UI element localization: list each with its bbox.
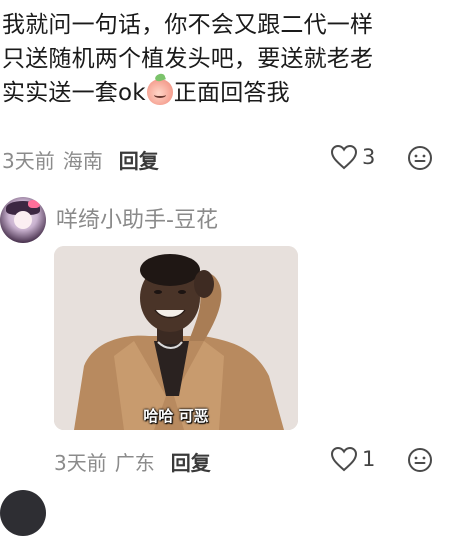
comment-2-like-button[interactable]: 1 bbox=[330, 446, 375, 472]
comment-2-time: 3天前 bbox=[54, 451, 107, 475]
heart-outline-icon bbox=[330, 446, 358, 472]
comment-1-line-2: 只送随机两个植发头吧，要送就老老 bbox=[2, 46, 374, 72]
comment-1-text: 我就问一句话，你不会又跟二代一样 只送随机两个植发头吧，要送就老老 实实送一套o… bbox=[2, 8, 452, 110]
avatar[interactable] bbox=[0, 197, 46, 243]
smiley-face-icon[interactable] bbox=[407, 145, 433, 171]
next-comment-avatar[interactable] bbox=[0, 490, 46, 536]
image-caption: 哈哈 可恶 bbox=[143, 407, 209, 425]
comment-1-line-1: 我就问一句话，你不会又跟二代一样 bbox=[2, 12, 374, 38]
meme-photo bbox=[54, 246, 298, 430]
comment-2-like-count: 1 bbox=[362, 447, 376, 471]
smiley-face-icon[interactable] bbox=[407, 447, 433, 473]
comment-1-time: 3天前 bbox=[2, 149, 55, 173]
heart-outline-icon bbox=[330, 144, 358, 170]
comment-1-like-button[interactable]: 3 bbox=[330, 144, 375, 170]
comment-2-image[interactable]: 哈哈 可恶 bbox=[54, 246, 298, 430]
comment-2-username[interactable]: 咩绮小助手-豆花 bbox=[56, 202, 218, 234]
comment-1-location: 海南 bbox=[62, 149, 103, 173]
comment-2-location: 广东 bbox=[114, 451, 155, 475]
comment-1-reply-button[interactable]: 回复 bbox=[119, 145, 159, 174]
comment-2-reply-button[interactable]: 回复 bbox=[171, 447, 211, 476]
comment-1-line-3-tail: 正面回答我 bbox=[173, 80, 290, 106]
peach-face-emoji-icon bbox=[146, 79, 173, 105]
comment-1-like-count: 3 bbox=[362, 145, 376, 169]
comment-1-line-3: 实实送一套ok bbox=[2, 80, 146, 106]
comment-1-meta: 3天前 海南 回复 bbox=[2, 145, 159, 174]
comment-2-meta: 3天前 广东 回复 bbox=[54, 447, 211, 476]
